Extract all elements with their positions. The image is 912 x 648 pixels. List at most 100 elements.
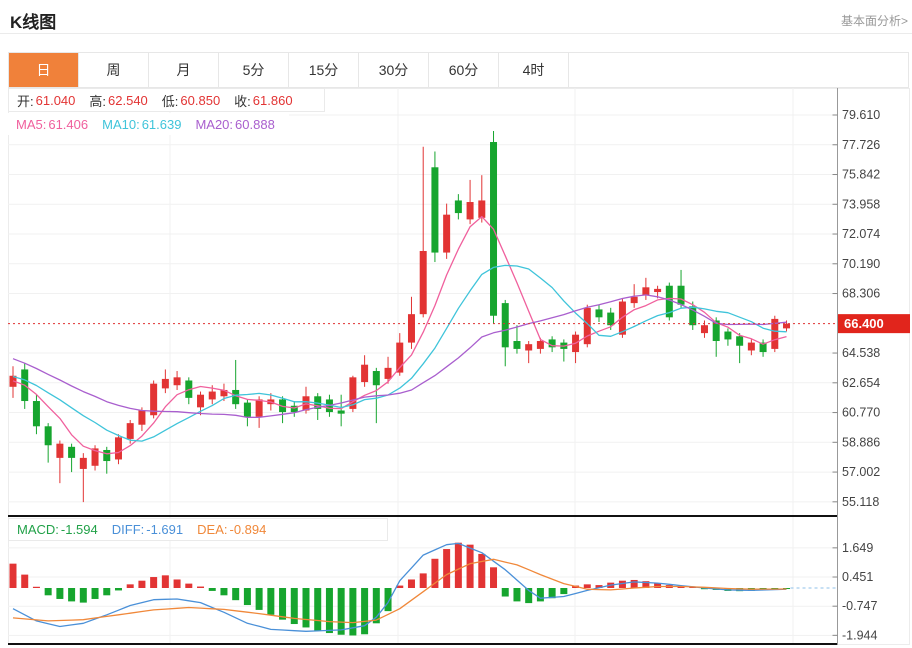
- axis-tick-label: 60.770: [842, 406, 880, 420]
- axis-tick-label: 0.451: [842, 570, 873, 584]
- candle-body: [174, 377, 181, 385]
- axis-tick-label: 57.002: [842, 465, 880, 479]
- axis-tick-label: 64.538: [842, 346, 880, 360]
- ma5-value: 61.406: [48, 117, 88, 132]
- ohlc-high-label: 高:: [89, 91, 106, 110]
- candle-body: [619, 302, 626, 335]
- candle-body: [467, 202, 474, 219]
- macd-bar: [467, 545, 474, 588]
- axis-tick-label: 58.886: [842, 435, 880, 449]
- ohlc-high: 62.540: [108, 93, 148, 108]
- candle-body: [525, 344, 532, 350]
- candle-body: [244, 403, 251, 417]
- axis-tick-label: -0.747: [842, 599, 877, 613]
- ohlc-open: 61.040: [36, 93, 76, 108]
- macd-bar: [631, 580, 638, 588]
- macd-bar: [408, 579, 415, 588]
- candle-body: [138, 411, 145, 425]
- ma20-value-label: MA20:: [195, 117, 233, 132]
- candle-body: [748, 343, 755, 351]
- candle-body: [701, 325, 708, 333]
- ohlc-low-label: 低:: [162, 91, 179, 110]
- candle-body: [736, 336, 743, 345]
- macd-bar: [537, 588, 544, 601]
- current-price-value: 66.400: [844, 316, 884, 331]
- ma10-value-label: MA10:: [102, 117, 140, 132]
- macd-bar: [21, 575, 28, 588]
- ma10-value: 61.639: [142, 117, 182, 132]
- candle-body: [537, 341, 544, 349]
- macd-bar: [502, 588, 509, 597]
- ohlc-close: 61.860: [253, 93, 293, 108]
- candle-body: [361, 365, 368, 382]
- macd-bar: [174, 579, 181, 588]
- macd-bar: [326, 588, 333, 633]
- macd-bar: [279, 588, 286, 620]
- macd-bar: [478, 554, 485, 588]
- diff-value-label: DIFF:: [112, 522, 145, 537]
- macd-bar: [490, 567, 497, 588]
- macd-bar: [92, 588, 99, 599]
- macd-bar: [361, 588, 368, 634]
- macd-value: -1.594: [61, 522, 98, 537]
- candle-body: [103, 450, 110, 461]
- macd-bar: [303, 588, 310, 627]
- candle-body: [56, 444, 63, 458]
- macd-bar: [197, 587, 204, 588]
- diff-value: -1.691: [146, 522, 183, 537]
- macd-bar: [80, 588, 87, 603]
- macd-bar: [150, 577, 157, 588]
- macd-bar: [560, 588, 567, 594]
- candle-body: [80, 458, 87, 469]
- macd-bar: [103, 588, 110, 595]
- macd-bar: [209, 588, 216, 591]
- candle-body: [373, 371, 380, 385]
- macd-bar: [338, 588, 345, 635]
- macd-bar: [385, 588, 392, 611]
- candle-body: [338, 411, 345, 414]
- macd-bar: [68, 588, 75, 601]
- ohlc-info-bar: 开:61.040高:62.540低:60.850收:61.860: [8, 88, 325, 112]
- macd-bar: [455, 543, 462, 588]
- macd-bar: [256, 588, 263, 610]
- candle-body: [455, 200, 462, 213]
- axis-tick-label: 70.190: [842, 257, 880, 271]
- axis-tick-label: 1.649: [842, 541, 873, 555]
- ma5-value-label: MA5:: [16, 117, 46, 132]
- macd-bar: [56, 588, 63, 599]
- axis-tick-label: 68.306: [842, 287, 880, 301]
- candle-body: [678, 286, 685, 305]
- candle-body: [724, 332, 731, 340]
- candle-body: [68, 447, 75, 458]
- macd-bar: [220, 588, 227, 595]
- candle-body: [783, 324, 790, 329]
- axis-tick-label: 75.842: [842, 168, 880, 182]
- candle-body: [502, 303, 509, 347]
- candle-body: [162, 379, 169, 388]
- macd-bar: [232, 588, 239, 600]
- macd-bar: [267, 588, 274, 615]
- macd-bar: [162, 575, 169, 588]
- candle-body: [197, 395, 204, 408]
- candle-body: [45, 426, 52, 445]
- candle-body: [420, 251, 427, 314]
- candle-body: [209, 392, 216, 400]
- macd-bar: [185, 584, 192, 588]
- macd-bar: [127, 584, 134, 588]
- kline-page: K线图 基本面分析> 日周月5分15分30分60分4时 66.40079.610…: [0, 0, 912, 648]
- axis-tick-label: 79.610: [842, 108, 880, 122]
- macd-bar: [115, 588, 122, 590]
- macd-bar: [314, 588, 321, 631]
- axis-tick-label: 55.118: [842, 495, 879, 509]
- dea-value-label: DEA:: [197, 522, 227, 537]
- ohlc-open-label: 开:: [17, 91, 34, 110]
- axis-tick-label: 72.074: [842, 227, 880, 241]
- candle-body: [385, 368, 392, 379]
- macd-bar: [584, 584, 591, 588]
- macd-bar: [443, 549, 450, 588]
- ohlc-low: 60.850: [180, 93, 220, 108]
- dea-line: [13, 559, 787, 622]
- candle-body: [631, 297, 638, 303]
- candle-body: [654, 289, 661, 292]
- macd-bar: [513, 588, 520, 601]
